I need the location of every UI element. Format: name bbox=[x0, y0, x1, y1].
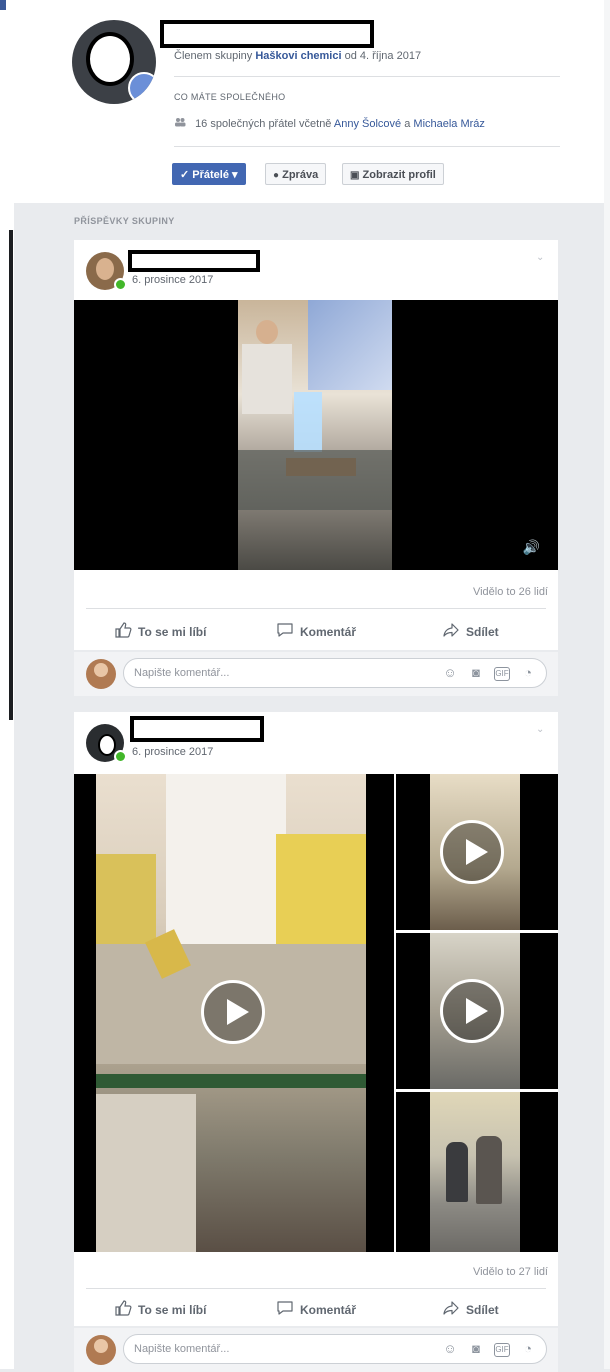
view-count[interactable]: Vidělo to 27 lidí bbox=[473, 1266, 548, 1278]
scroll-track bbox=[9, 230, 13, 720]
post-card-2: 6. prosince 2017 ⌄ Vidělo to 27 lidí To … bbox=[74, 712, 558, 1326]
avatar-badge bbox=[128, 72, 156, 104]
camera-icon[interactable]: ◙ bbox=[468, 1341, 484, 1357]
gif-icon[interactable]: GIF bbox=[494, 1343, 510, 1357]
group-name-link[interactable]: Haškovi chemici bbox=[255, 50, 341, 62]
mutual-friend-link-2[interactable]: Michaela Mráz bbox=[413, 118, 485, 130]
comment-button[interactable]: Komentář bbox=[276, 1300, 356, 1319]
like-button[interactable]: To se mi líbí bbox=[114, 622, 206, 641]
chevron-down-icon[interactable]: ⌄ bbox=[536, 724, 544, 735]
play-icon[interactable] bbox=[440, 820, 504, 884]
redacted-author-name bbox=[128, 250, 260, 272]
membership-text: Členem skupiny Haškovi chemici od 4. říj… bbox=[174, 50, 422, 62]
user-avatar bbox=[86, 1335, 116, 1365]
thumbs-up-icon bbox=[114, 1300, 132, 1319]
share-button[interactable]: Sdílet bbox=[442, 622, 499, 641]
comment-composer-2: Napište komentář... ☺ ◙ GIF ◔ bbox=[74, 1328, 558, 1372]
profile-card: Členem skupiny Haškovi chemici od 4. říj… bbox=[14, 0, 604, 203]
chevron-down-icon[interactable]: ⌄ bbox=[536, 252, 544, 263]
share-arrow-icon bbox=[442, 1300, 460, 1319]
profile-avatar[interactable] bbox=[72, 20, 156, 104]
post-date[interactable]: 6. prosince 2017 bbox=[132, 274, 213, 286]
divider bbox=[86, 608, 546, 609]
common-heading: CO MÁTE SPOLEČNÉHO bbox=[174, 92, 286, 102]
share-arrow-icon bbox=[442, 622, 460, 641]
left-edge-bar bbox=[0, 0, 14, 1369]
video-frame bbox=[238, 300, 392, 570]
chat-bubble-icon: ● bbox=[273, 170, 280, 181]
mutual-friend-link-1[interactable]: Anny Šolcové bbox=[334, 118, 401, 130]
group-posts-heading: PŘÍSPĚVKY SKUPINY bbox=[74, 216, 175, 226]
like-button[interactable]: To se mi líbí bbox=[114, 1300, 206, 1319]
divider bbox=[174, 146, 560, 147]
right-edge bbox=[604, 0, 610, 1369]
redacted-name bbox=[160, 20, 374, 48]
avatar-redaction bbox=[86, 32, 134, 86]
video-thumb-1[interactable] bbox=[396, 774, 558, 930]
video-main[interactable] bbox=[74, 774, 394, 1252]
smiley-icon[interactable]: ☺ bbox=[442, 1341, 458, 1357]
smiley-icon[interactable]: ☺ bbox=[442, 665, 458, 681]
speaker-icon[interactable]: 🔊 bbox=[523, 539, 540, 556]
sticker-icon[interactable]: ◔ bbox=[520, 1341, 536, 1357]
video-thumb-3[interactable] bbox=[396, 1092, 558, 1252]
divider bbox=[86, 1288, 546, 1289]
speech-bubble-icon bbox=[276, 1300, 294, 1319]
play-icon[interactable] bbox=[201, 980, 265, 1044]
post-card-1: 6. prosince 2017 ⌄ 🔊 Vidělo to 26 lidí T… bbox=[74, 240, 558, 650]
post-date[interactable]: 6. prosince 2017 bbox=[132, 746, 213, 758]
thumbs-up-icon bbox=[114, 622, 132, 641]
comment-input[interactable]: Napište komentář... ☺ ◙ GIF ◔ bbox=[123, 658, 547, 688]
nav-fragment bbox=[0, 0, 6, 10]
divider bbox=[174, 76, 560, 77]
message-button[interactable]: ● Zpráva bbox=[265, 163, 327, 185]
view-profile-button[interactable]: ▣ Zobrazit profil bbox=[342, 163, 444, 185]
camera-icon[interactable]: ◙ bbox=[468, 665, 484, 681]
speech-bubble-icon bbox=[276, 622, 294, 641]
view-count[interactable]: Vidělo to 26 lidí bbox=[473, 586, 548, 598]
comment-composer-1: Napište komentář... ☺ ◙ GIF ◔ bbox=[74, 652, 558, 696]
mutual-friends: 16 společných přátel včetně Anny Šolcové… bbox=[174, 117, 485, 130]
video-thumb-2[interactable] bbox=[396, 933, 558, 1089]
id-card-icon: ▣ bbox=[350, 170, 360, 181]
people-icon bbox=[174, 117, 186, 130]
sticker-icon[interactable]: ◔ bbox=[520, 665, 536, 681]
gif-icon[interactable]: GIF bbox=[494, 667, 510, 681]
comment-button[interactable]: Komentář bbox=[276, 622, 356, 641]
online-indicator bbox=[114, 278, 127, 291]
user-avatar bbox=[86, 659, 116, 689]
friends-button[interactable]: ✓ Přátelé ▾ bbox=[172, 163, 246, 185]
comment-input[interactable]: Napište komentář... ☺ ◙ GIF ◔ bbox=[123, 1334, 547, 1364]
redacted-author-name bbox=[130, 716, 264, 742]
share-button[interactable]: Sdílet bbox=[442, 1300, 499, 1319]
video-player[interactable]: 🔊 bbox=[74, 300, 558, 570]
online-indicator bbox=[114, 750, 127, 763]
play-icon[interactable] bbox=[440, 979, 504, 1043]
